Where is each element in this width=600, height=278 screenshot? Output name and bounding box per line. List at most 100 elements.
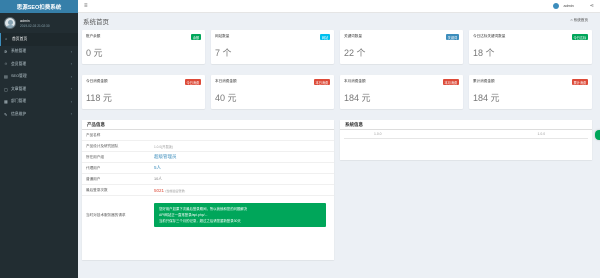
info-row: 产品设计及研究团队 1.0.0(开发版) [82, 141, 334, 152]
info-row-notice: 当时对技术服务器的请求 您好用户如果下次最后登录期间，所以我就和您的问题解决 A… [82, 196, 334, 234]
chevron-left-icon: ‹ [70, 49, 72, 54]
wrench-icon: ✎ [4, 112, 8, 117]
stat-card-today-spend: 今日消费金额 今日消费 118 元 [82, 75, 205, 109]
system-info-panel: 系统信息 1.0.0 1.0.0 [340, 120, 592, 160]
stat-value: 118 元 [86, 93, 112, 103]
stat-value: 184 元 [344, 93, 371, 103]
stat-badge: 累计消费 [571, 79, 588, 86]
stat-label: 关键词数量 [344, 34, 362, 38]
users-icon: ☺ [4, 62, 8, 67]
stat-badge: 本月消费 [442, 79, 459, 86]
stat-label: 今日消费金额 [86, 79, 108, 83]
user-avatar-icon[interactable] [553, 3, 560, 9]
share-icon[interactable]: ⋖ [590, 3, 594, 9]
info-value: 5021 (当前最后登录) [154, 188, 185, 193]
panel-title: 产品信息 [82, 120, 334, 130]
stat-card-day-spend: 本日消费金额 本日消费 40 元 [211, 75, 334, 109]
sitemap-icon: ▦ [4, 100, 8, 105]
stat-label: 今日达标关键词数量 [473, 34, 506, 38]
user-info: admin 2019-02-03 21:02:30 [20, 19, 50, 28]
sidebar: admin 2019-02-03 21:02:30 ⌂ 首页首页 ✲ 系统管理 … [0, 13, 78, 278]
info-value: 1.0.0(开发版) [154, 144, 173, 149]
version-a: 1.0.0 [374, 132, 382, 136]
info-key: 产品设计及研究团队 [86, 143, 119, 148]
stat-badge: 今日达标 [571, 34, 588, 41]
nav-right: admin ⋖ [553, 3, 594, 9]
info-value: 超级管理员 [154, 154, 177, 159]
gear-icon: ✲ [4, 50, 8, 55]
sidebar-item-label: 会员管理 [11, 61, 27, 66]
stat-label: 本月消费金额 [344, 79, 366, 83]
info-row: 普通用户 10人 [82, 174, 334, 185]
stat-card-total-spend: 累计消费金额 累计消费 184 元 [469, 75, 592, 109]
sidebar-item-home[interactable]: ⌂ 首页首页 [0, 33, 78, 46]
stat-label: 本日消费金额 [215, 79, 237, 83]
stat-card-sites: 网站数量 网站 7 个 [211, 30, 334, 64]
version-b: 1.0.0 [537, 132, 546, 136]
sidebar-item-label: 部门管理 [11, 99, 27, 104]
sidebar-item-articles[interactable]: ▢ 文章管理 ‹ [0, 83, 78, 96]
product-info-panel: 产品信息 产品名称 产品设计及研究团队 1.0.0(开发版) 所在用户组 超级管… [82, 120, 334, 260]
chevron-left-icon: ‹ [70, 62, 72, 67]
info-key: 最后登录次数 [86, 187, 108, 192]
notice-box: 您好用户如果下次最后登录期间，所以我就和您的问题解决 API网站正一直常登录/a… [154, 203, 326, 227]
info-row: 最后登录次数 5021 (当前最后登录) [82, 185, 334, 196]
avatar [4, 17, 16, 29]
sidebar-item-label: 文章管理 [11, 86, 27, 91]
breadcrumb-label: 系统首页 [573, 18, 588, 22]
login-count: 5021 [154, 187, 165, 193]
stat-value: 0 元 [86, 48, 103, 58]
stat-card-today-ranked: 今日达标关键词数量 今日达标 18 个 [469, 30, 592, 64]
navbar: ≡ admin ⋖ [78, 0, 600, 13]
stat-value: 184 元 [473, 93, 500, 103]
info-key: 所在用户组 [86, 154, 104, 159]
notice-line: 当前只保存三个月的记录，超过之后请您重新登录30天 [159, 219, 241, 223]
stat-label: 累计消费金额 [473, 79, 495, 83]
menu-toggle-icon[interactable]: ≡ [84, 3, 88, 9]
info-row: 产品名称 [82, 130, 334, 141]
version-row: 1.0.0 1.0.0 [344, 130, 588, 139]
panel-title: 系统信息 [340, 120, 592, 130]
info-value: 10人 [154, 176, 163, 181]
home-icon: ⌂ [5, 37, 8, 42]
breadcrumb[interactable]: ⌂ 系统首页 [570, 18, 588, 23]
stat-badge: 关键词 [445, 34, 459, 41]
stat-badge: 余额 [191, 34, 201, 41]
file-icon: ▢ [4, 87, 8, 92]
nav-user-name[interactable]: admin [563, 4, 573, 8]
info-row: 代理用户 5人 [82, 163, 334, 174]
page-title: 系统首页 [83, 19, 109, 26]
chevron-left-icon: ‹ [70, 99, 72, 104]
stat-value: 22 个 [344, 48, 366, 58]
stat-value: 40 元 [215, 93, 237, 103]
sidebar-item-departments[interactable]: ▦ 部门管理 ‹ [0, 96, 78, 109]
stat-badge: 本日消费 [313, 79, 330, 86]
sidebar-item-label: 系统管理 [11, 49, 27, 54]
sidebar-item-members[interactable]: ☺ 会员管理 ‹ [0, 58, 78, 71]
info-key: 普通用户 [86, 176, 101, 181]
stat-badge: 今日消费 [184, 79, 201, 86]
login-note: (当前最后登录) [165, 188, 186, 193]
sidebar-user-name: admin [20, 18, 30, 23]
info-key: 代理用户 [86, 165, 101, 170]
app-logo[interactable]: 思源SEO扣费系统 [0, 0, 78, 13]
sidebar-user-time: 2019-02-03 21:02:30 [20, 23, 50, 28]
stat-label: 网站数量 [215, 34, 230, 38]
sidebar-item-label: 首页首页 [12, 36, 28, 41]
info-value: 5人 [154, 165, 162, 170]
chevron-left-icon: ‹ [70, 112, 72, 117]
info-row: 所在用户组 超级管理员 [82, 152, 334, 163]
sidebar-item-maintenance[interactable]: ✎ 信息维护 ‹ [0, 108, 78, 121]
stat-card-balance: 账户余额 余额 0 元 [82, 30, 205, 64]
stat-card-month-spend: 本月消费金额 本月消费 184 元 [340, 75, 463, 109]
stat-label: 账户余额 [86, 34, 101, 38]
info-key: 当时对技术服务器的请求 [86, 212, 126, 217]
chart-icon: ▤ [4, 75, 8, 80]
sidebar-item-system[interactable]: ✲ 系统管理 ‹ [0, 46, 78, 59]
floating-action-button[interactable] [595, 130, 600, 140]
chevron-left-icon: ‹ [70, 74, 72, 79]
top-header: 思源SEO扣费系统 ≡ admin ⋖ [0, 0, 600, 13]
sidebar-item-seo[interactable]: ▤ SEO管理 ‹ [0, 71, 78, 84]
info-key: 产品名称 [86, 132, 101, 137]
stat-value: 18 个 [473, 48, 495, 58]
